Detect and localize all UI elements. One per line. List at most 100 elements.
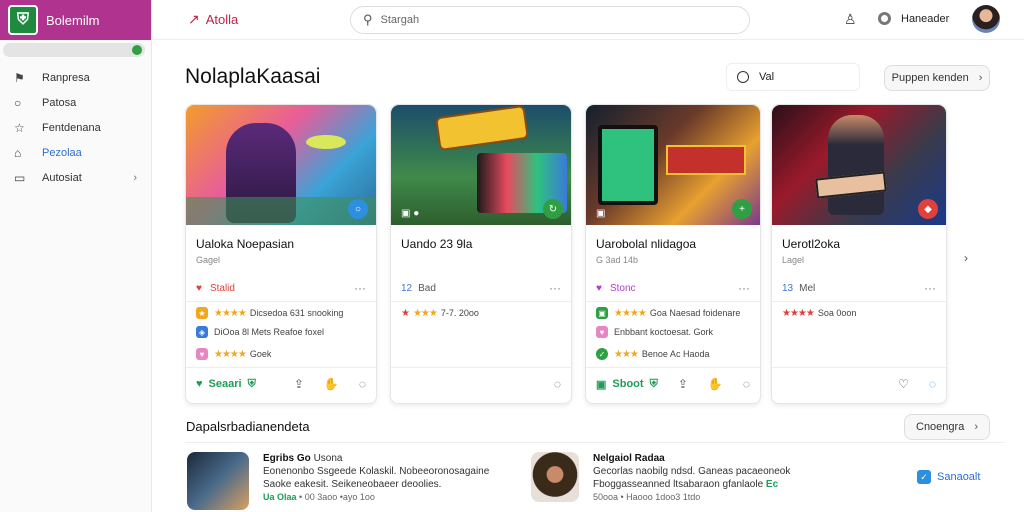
game-card[interactable]: ○ Ualoka Noepasian Gagel ♥ Stalid ··· ★ ★★★… [185, 104, 377, 404]
share-button[interactable]: ✓ Sanaoalt [917, 470, 980, 484]
card-footer: ▣ Sboot ⛨ ⇪ ✋ ◌ [596, 377, 750, 391]
thumb-icon[interactable]: ✋ [324, 377, 339, 391]
vol-label: Val [759, 71, 775, 83]
card-meta-number: 13 [782, 282, 794, 294]
card-title: Uerotl2oka [782, 237, 841, 251]
card-meta: ♥ Stonc ··· [596, 281, 750, 295]
share-icon[interactable]: ⇪ [294, 377, 304, 391]
more-icon[interactable]: ··· [924, 281, 936, 295]
circle-icon: ○ [14, 95, 22, 110]
sidebar-item-ranpresa[interactable]: ⚑ Ranpresa [0, 65, 151, 90]
home-icon: ⌂ [14, 145, 22, 160]
card-footer: ♥ Seaari ⛨ ⇪ ✋ ◌ [196, 377, 366, 391]
comment-icon[interactable]: ◌ [554, 377, 561, 391]
badge-icon: ★ [196, 307, 208, 319]
card-meta-number: 12 [401, 282, 413, 294]
row-text: Goa Naesad foidenare [649, 308, 741, 318]
logo-art [666, 145, 746, 175]
row-text: Benoe Ac Haoda [641, 349, 710, 359]
card-row: ♥ ★★★★ Goek [196, 346, 368, 362]
card-footer-label[interactable]: ▣ Sboot ⛨ [596, 378, 658, 391]
shield-icon: ◈ [196, 326, 208, 338]
item-title: Egribs Go [263, 453, 311, 464]
card-actions: ⇪ ✋ ◌ [294, 377, 366, 391]
vol-filter[interactable]: Val [726, 63, 860, 91]
flame-icon[interactable]: ◆ [918, 199, 938, 219]
row-text: Enbbant koctoesat. Gork [614, 327, 714, 337]
game-card[interactable]: ◆ Uerotl2oka Lagel 13 Mel ··· ★★★★ Soa 0oon… [771, 104, 947, 404]
brand-bar: ⛨ Bolemilm [0, 0, 151, 40]
divider [186, 367, 376, 368]
app-name[interactable]: ↗ Atolla [188, 11, 238, 28]
plus-icon[interactable]: + [732, 199, 752, 219]
check-icon: ✓ [917, 470, 931, 484]
footer-text: Seaari [208, 378, 242, 390]
item-title: Nelgaiol Radaa [593, 453, 665, 464]
comment-icon[interactable]: ◌ [359, 377, 366, 391]
item-green-label: Ua Olaa [263, 492, 297, 502]
shield-check-icon: ⛨ [649, 377, 658, 390]
list-item[interactable]: Egribs Go Usona Eonenonbo Ssgeede Kolask… [187, 452, 513, 512]
game-thumbnail[interactable]: ○ [186, 105, 376, 225]
stars-icon: ★★★★ [214, 307, 247, 319]
chevron-right-icon[interactable]: › [964, 251, 968, 265]
card-footer-label[interactable]: ♥ Seaari ⛨ [196, 378, 256, 391]
ufo-art [306, 135, 346, 149]
more-icon[interactable]: ··· [738, 281, 750, 295]
item-thumbnail [531, 452, 579, 502]
game-thumbnail[interactable]: ▣ ● ↻ [391, 105, 571, 225]
more-icon[interactable]: ··· [354, 281, 366, 295]
footer-text: Sboot [612, 378, 644, 390]
more-icon[interactable]: ··· [549, 281, 561, 295]
section-button-label: Cnoengra [916, 421, 965, 433]
share-icon[interactable]: ⇪ [678, 377, 688, 391]
card-row: ★ ★★★ 7-7. 20oo [401, 305, 563, 321]
game-card[interactable]: ▣ + Uarobolal nlidagoa G 3ad 14b ♥ Stonc ·… [585, 104, 761, 404]
sidebar-item-label: Patosa [42, 96, 77, 109]
stars-icon: ★★★★ [782, 307, 815, 319]
user-name[interactable]: Haneader [901, 13, 949, 25]
search-input[interactable]: ⚲ Stargah [350, 6, 750, 34]
search-placeholder: Stargah [380, 14, 420, 26]
card-meta: 13 Mel ··· [782, 281, 936, 295]
prev-button[interactable]: Puppen kenden › [884, 65, 990, 91]
leaf-icon: ♥ [196, 378, 203, 390]
radio-icon [737, 71, 749, 83]
list-item[interactable]: Nelgaiol Radaa Gecorlas naobilg ndsd. Ga… [531, 452, 863, 512]
comment-icon[interactable]: ◌ [743, 377, 750, 391]
comment-icon[interactable]: ◌ [929, 377, 936, 391]
sidebar: ⛨ Bolemilm ⚑ Ranpresa ○ Patosa ☆ Fentdenana… [0, 0, 152, 512]
item-line: Saoke eakesit. Seikeneobaeer deoolies. [263, 479, 442, 490]
game-thumbnail[interactable]: ◆ [772, 105, 946, 225]
thumb-icon[interactable]: ✋ [708, 377, 723, 391]
divider [586, 367, 760, 368]
card-actions: ♡ ◌ [898, 377, 936, 391]
heart-outline-icon[interactable]: ♡ [898, 377, 909, 391]
sidebar-item-autosiat[interactable]: ▭ Autosiat › [0, 165, 151, 190]
item-green-label: Ec [765, 479, 779, 490]
game-thumbnail[interactable]: ▣ + [586, 105, 760, 225]
game-card[interactable]: ▣ ● ↻ Uando 23 9la 12 Bad ··· ★ ★★★ 7-7. 20o… [390, 104, 572, 404]
card-actions: ◌ [554, 377, 561, 391]
share-label: Sanaoalt [937, 471, 981, 483]
refresh-icon[interactable]: ↻ [543, 199, 563, 219]
card-row: ★★★★ Soa 0oon [782, 305, 938, 321]
section-button[interactable]: Cnoengra › [904, 414, 990, 440]
logo-art [435, 105, 529, 152]
card-meta-label: Stonc [609, 282, 636, 294]
user-icon[interactable]: ♙ [844, 11, 857, 28]
info-icon[interactable]: ○ [348, 199, 368, 219]
check-icon: ✓ [596, 348, 608, 360]
divider [772, 367, 946, 368]
chevron-right-icon: › [133, 171, 137, 184]
status-dot-icon [132, 45, 142, 55]
card-actions: ⇪ ✋ ◌ [678, 377, 750, 391]
sidebar-item-fentdenana[interactable]: ☆ Fentdenana [0, 115, 151, 140]
row-text: DiOoa 8l Mets Reafoe foxel [214, 327, 325, 337]
heart-badge-icon: ♥ [596, 326, 608, 338]
avatar[interactable] [972, 5, 1000, 33]
sidebar-item-pezolaa[interactable]: ⌂ Pezolaa [0, 140, 151, 165]
card-footer: ◌ [401, 377, 561, 391]
sidebar-item-patosa[interactable]: ○ Patosa [0, 90, 151, 115]
search-icon: ⚲ [363, 12, 373, 27]
